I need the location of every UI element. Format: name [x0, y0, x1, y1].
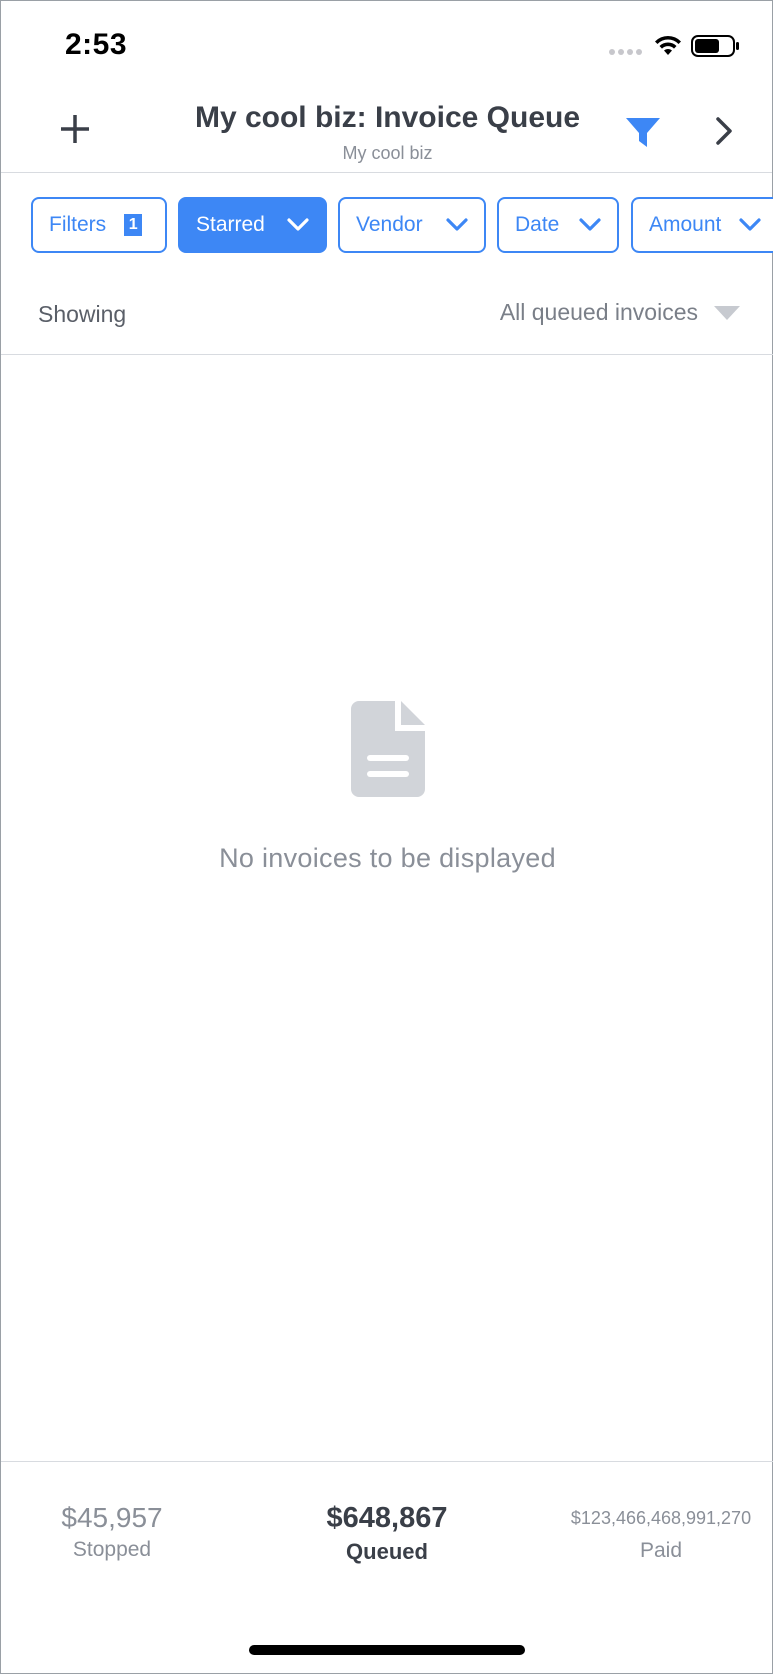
- stopped-label: Stopped: [72, 1538, 152, 1561]
- chevron-down-icon: [287, 218, 309, 231]
- home-indicator[interactable]: [249, 1645, 525, 1655]
- filters-chip-label: Filters: [49, 213, 107, 236]
- chevron-right-icon: [716, 117, 732, 145]
- filter-button[interactable]: [623, 113, 663, 153]
- document-icon: [350, 701, 425, 797]
- filter-chips-row: Filters 1 Starred Vendor Date Amount: [1, 173, 773, 273]
- stopped-amount: $45,957: [61, 1502, 163, 1533]
- funnel-icon: [626, 118, 660, 147]
- queued-label: Queued: [346, 1539, 428, 1564]
- chevron-down-icon: [579, 218, 601, 231]
- invoice-view-value: All queued invoices: [499, 299, 698, 325]
- vendor-chip-label: Vendor: [356, 213, 423, 236]
- date-chip-label: Date: [515, 213, 560, 236]
- next-button[interactable]: [709, 111, 739, 151]
- showing-row: Showing All queued invoices: [1, 273, 773, 355]
- status-bar: 2:53: [1, 1, 772, 91]
- wifi-icon: [655, 35, 681, 55]
- totals-footer: $45,957 Stopped $648,867 Queued $123,466…: [1, 1461, 773, 1674]
- vendor-chip[interactable]: Vendor: [338, 197, 486, 253]
- battery-icon: [691, 35, 739, 57]
- paid-amount: $123,466,468,991,270: [570, 1508, 752, 1528]
- filter-count-badge: 1: [124, 214, 143, 236]
- empty-state: No invoices to be displayed: [1, 701, 773, 874]
- chevron-down-icon: [446, 218, 468, 231]
- amount-chip-label: Amount: [649, 213, 722, 236]
- empty-state-message: No invoices to be displayed: [219, 843, 556, 873]
- status-time: 2:53: [65, 28, 128, 61]
- cellular-signal-icon: [609, 49, 642, 55]
- paid-total[interactable]: $123,466,468,991,270 Paid: [559, 1508, 763, 1563]
- navigation-header: My cool biz: Invoice Queue My cool biz: [1, 91, 772, 173]
- invoice-view-select[interactable]: All queued invoices: [500, 299, 740, 326]
- stopped-total[interactable]: $45,957 Stopped: [13, 1502, 211, 1562]
- app-screen: 2:53 My cool biz: Invoice Queue My cool …: [0, 0, 773, 1674]
- amount-chip[interactable]: Amount: [631, 197, 773, 253]
- date-chip[interactable]: Date: [497, 197, 619, 253]
- queued-total[interactable]: $648,867 Queued: [287, 1502, 487, 1565]
- caret-down-icon: [714, 305, 740, 320]
- starred-chip[interactable]: Starred: [178, 197, 327, 253]
- starred-chip-label: Starred: [196, 213, 265, 236]
- paid-label: Paid: [639, 1539, 683, 1562]
- queued-amount: $648,867: [326, 1502, 448, 1534]
- showing-label: Showing: [38, 301, 127, 327]
- chevron-down-icon: [739, 218, 761, 231]
- filters-chip[interactable]: Filters 1: [31, 197, 167, 253]
